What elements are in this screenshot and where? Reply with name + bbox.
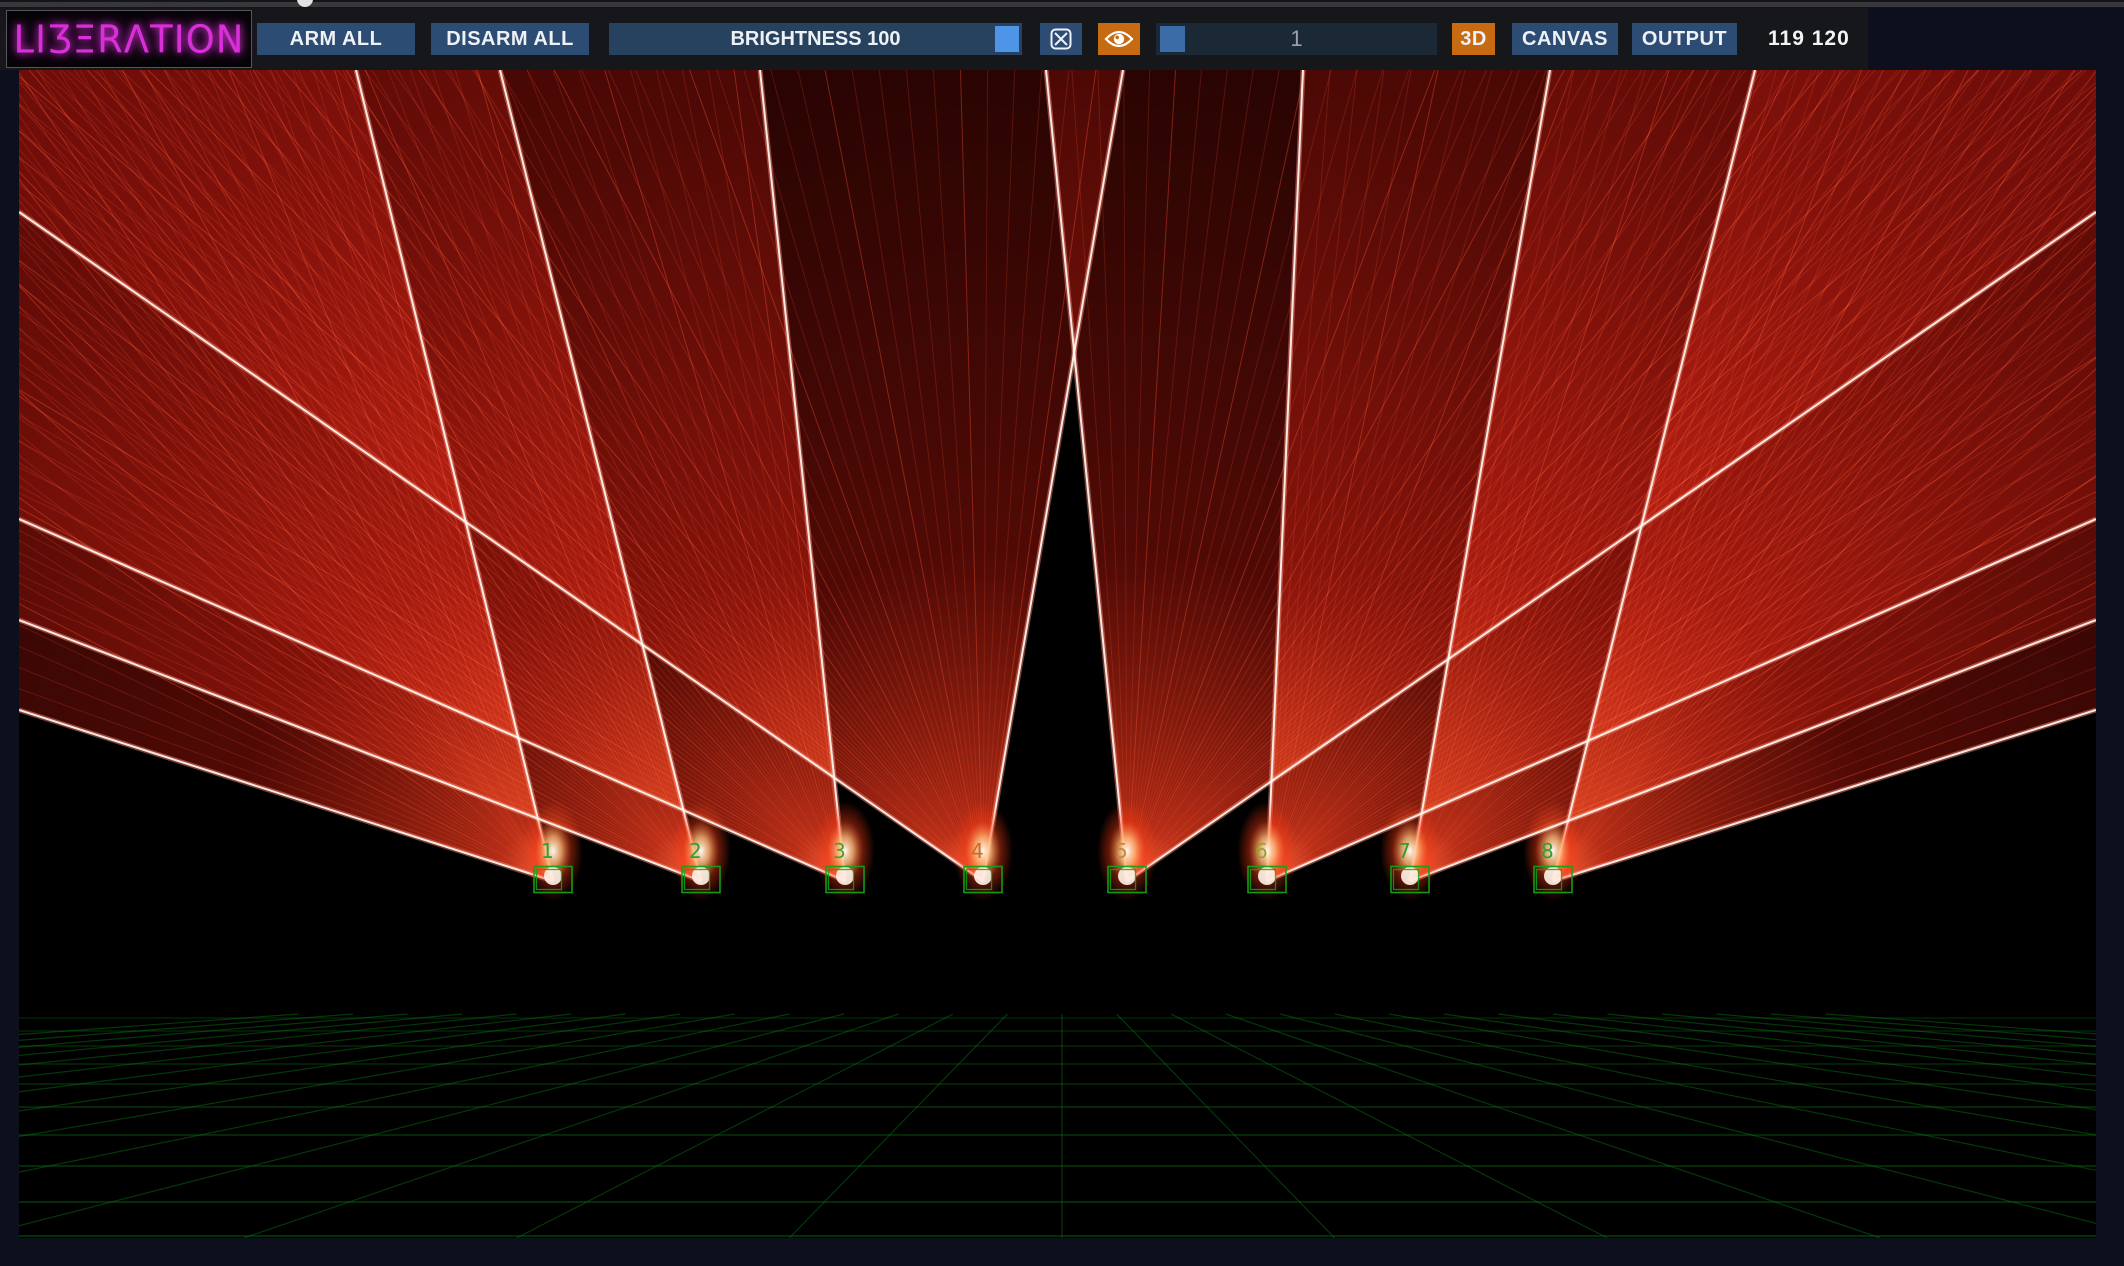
brightness-label: BRIGHTNESS 100 — [730, 28, 900, 51]
test-pattern-button[interactable] — [1040, 23, 1082, 55]
projector-number-7: 7 — [1398, 839, 1411, 863]
frame-slider-handle[interactable] — [1160, 26, 1185, 52]
canvas-label: CANVAS — [1522, 28, 1608, 51]
brightness-slider[interactable]: BRIGHTNESS 100 — [609, 23, 1022, 55]
window-top-band — [0, 2, 2124, 7]
laser-control-app: { "window": { "top_dot_icon": "window-in… — [0, 0, 2124, 1266]
projector-number-4: 4 — [971, 839, 984, 863]
projector-number-2: 2 — [689, 839, 702, 863]
status-counters: 119 120 — [1768, 23, 1850, 55]
main-toolbar: LIƷΞRΛTION ARM ALL DISARM ALL BRIGHTNESS… — [0, 8, 1868, 70]
projector-number-6: 6 — [1255, 839, 1268, 863]
counters-value: 119 120 — [1768, 27, 1850, 51]
projector-number-8: 8 — [1541, 839, 1554, 863]
disarm-all-label: DISARM ALL — [446, 28, 574, 51]
projector-number-3: 3 — [833, 839, 846, 863]
output-label: OUTPUT — [1642, 28, 1727, 51]
output-button[interactable]: OUTPUT — [1632, 23, 1737, 55]
projector-number-5: 5 — [1115, 839, 1128, 863]
app-logo: LIƷΞRΛTION — [6, 10, 252, 68]
floor-grid — [19, 1014, 2096, 1238]
crossed-box-icon — [1048, 26, 1074, 52]
frame-slider[interactable]: 1 — [1156, 23, 1437, 55]
brightness-slider-handle[interactable] — [995, 26, 1019, 52]
arm-all-label: ARM ALL — [290, 28, 383, 51]
preview-3d-canvas[interactable]: 1 2 3 4 5 6 7 8 — [19, 70, 2096, 1238]
eye-icon — [1104, 28, 1134, 50]
view-3d-button[interactable]: 3D — [1452, 23, 1495, 55]
window-top-strip — [0, 0, 2124, 8]
preview-toggle-button[interactable] — [1098, 23, 1140, 55]
arm-all-button[interactable]: ARM ALL — [257, 23, 415, 55]
view-3d-label: 3D — [1460, 28, 1487, 51]
frame-value: 1 — [1290, 26, 1302, 52]
projector-number-1: 1 — [541, 839, 554, 863]
disarm-all-button[interactable]: DISARM ALL — [431, 23, 589, 55]
app-logo-text: LIƷΞRΛTION — [14, 17, 245, 62]
canvas-button[interactable]: CANVAS — [1512, 23, 1618, 55]
